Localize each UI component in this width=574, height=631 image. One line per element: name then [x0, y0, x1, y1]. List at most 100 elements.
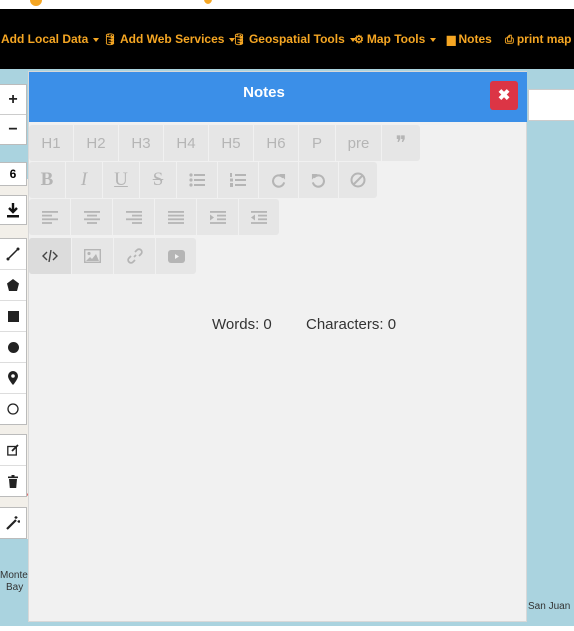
indent-button[interactable] [196, 199, 238, 235]
nav-add-web-services[interactable]: 🛢 Add Web Services [103, 9, 236, 69]
note-editor-area[interactable] [29, 277, 526, 621]
close-button[interactable]: ✖ [490, 81, 518, 110]
ban-icon [350, 172, 366, 188]
city-label-bay: Bay [6, 582, 24, 593]
align-right-button[interactable] [112, 199, 154, 235]
quote-icon: ❞ [395, 132, 407, 155]
nav-add-local-data-label: Add Local Data [1, 32, 89, 46]
align-justify-icon [167, 210, 184, 224]
draw-toolbar [0, 238, 27, 425]
circle-icon [7, 341, 19, 353]
nav-notes-label: Notes [458, 32, 492, 46]
draw-circle-button[interactable] [0, 332, 26, 363]
format-toolbar: B I U S [29, 162, 377, 198]
align-justify-button[interactable] [154, 199, 196, 235]
dialog-title: Notes [243, 84, 285, 101]
strikethrough-button[interactable]: S [139, 162, 176, 198]
nav-print-map[interactable]: ⎙ print map [505, 9, 571, 69]
draw-rectangle-button[interactable] [0, 301, 26, 332]
logo-icon [30, 0, 42, 6]
outdent-button[interactable] [238, 199, 279, 235]
link-icon [126, 248, 143, 264]
h5-button[interactable]: H5 [208, 125, 253, 161]
close-icon: ✖ [497, 87, 511, 104]
pre-button[interactable]: pre [335, 125, 381, 161]
h2-button[interactable]: H2 [73, 125, 118, 161]
remove-format-button[interactable] [338, 162, 377, 198]
zoom-level-box: 6 [0, 162, 27, 186]
nav-add-local-data[interactable]: Add Local Data [1, 9, 100, 69]
magic-wand-icon [6, 516, 20, 530]
edit-toolbar [0, 434, 27, 497]
notes-dialog: Notes ✖ H1 H2 H3 H4 H5 H6 P pre ❞ B I U … [28, 71, 527, 622]
undo-icon [311, 173, 325, 188]
outdent-icon [251, 210, 267, 224]
h3-button[interactable]: H3 [118, 125, 163, 161]
nav-print-map-label: print map [516, 32, 572, 46]
print-icon: ⎙ [505, 34, 514, 46]
draw-circlemarker-button[interactable] [0, 394, 26, 424]
dialog-header: Notes ✖ [29, 72, 527, 122]
align-center-icon [83, 210, 100, 224]
alignment-toolbar [29, 199, 279, 235]
search-box[interactable] [528, 89, 574, 121]
zoom-in-button[interactable]: + [0, 85, 26, 115]
cogs-icon: ⚙ [354, 34, 364, 46]
caret-down-icon [430, 37, 437, 42]
rectangle-icon [7, 310, 19, 322]
nav-map-tools[interactable]: ⚙ Map Tools [354, 9, 437, 69]
unordered-list-button[interactable] [176, 162, 217, 198]
youtube-icon [167, 249, 185, 263]
nav-map-tools-label: Map Tools [366, 32, 426, 46]
zoom-level: 6 [9, 167, 17, 181]
logo-decoration-icon [204, 0, 212, 4]
align-right-icon [125, 210, 142, 224]
trash-icon [8, 474, 18, 488]
h4-button[interactable]: H4 [163, 125, 208, 161]
insert-image-button[interactable] [71, 238, 113, 274]
magic-control [0, 507, 27, 539]
draw-polyline-button[interactable] [0, 239, 26, 270]
h1-button[interactable]: H1 [29, 125, 73, 161]
draw-polygon-button[interactable] [0, 270, 26, 301]
delete-layers-button[interactable] [0, 466, 26, 496]
navbar: Add Local Data 🛢 Add Web Services 🛢 Geospa… [0, 9, 574, 69]
edit-layers-button[interactable] [0, 435, 26, 466]
h6-button[interactable]: H6 [253, 125, 298, 161]
italic-button[interactable]: I [65, 162, 102, 198]
download-icon [7, 203, 19, 218]
redo-button[interactable] [258, 162, 298, 198]
underline-button[interactable]: U [102, 162, 139, 198]
database-icon: 🛢 [103, 34, 117, 46]
code-view-button[interactable] [29, 238, 71, 274]
circle-marker-icon [7, 403, 19, 415]
database-icon: 🛢 [232, 34, 246, 46]
nav-geospatial-tools[interactable]: 🛢 Geospatial Tools [232, 9, 356, 69]
city-label-san-juan: San Juan [528, 601, 571, 612]
magic-tool-button[interactable] [0, 508, 26, 538]
nav-notes[interactable]: ▆ Notes [447, 9, 492, 69]
sticky-note-icon: ▆ [447, 34, 456, 46]
list-ol-icon [230, 173, 246, 187]
undo-button[interactable] [298, 162, 338, 198]
polyline-icon [6, 247, 20, 261]
bottom-bar [0, 626, 574, 631]
marker-icon [8, 371, 18, 385]
nav-geospatial-tools-label: Geospatial Tools [248, 32, 345, 46]
bold-button[interactable]: B [29, 162, 65, 198]
insert-video-button[interactable] [155, 238, 196, 274]
edit-icon [7, 444, 19, 456]
align-center-button[interactable] [70, 199, 112, 235]
paragraph-button[interactable]: P [298, 125, 335, 161]
blockquote-button[interactable]: ❞ [381, 125, 420, 161]
heading-toolbar: H1 H2 H3 H4 H5 H6 P pre ❞ [29, 125, 420, 161]
ordered-list-button[interactable] [217, 162, 258, 198]
draw-marker-button[interactable] [0, 363, 26, 394]
polygon-icon [7, 279, 19, 291]
insert-link-button[interactable] [113, 238, 155, 274]
align-left-button[interactable] [29, 199, 70, 235]
top-strip [0, 0, 574, 9]
download-control [0, 195, 27, 225]
download-button[interactable] [0, 196, 26, 224]
zoom-out-button[interactable]: − [0, 115, 26, 144]
